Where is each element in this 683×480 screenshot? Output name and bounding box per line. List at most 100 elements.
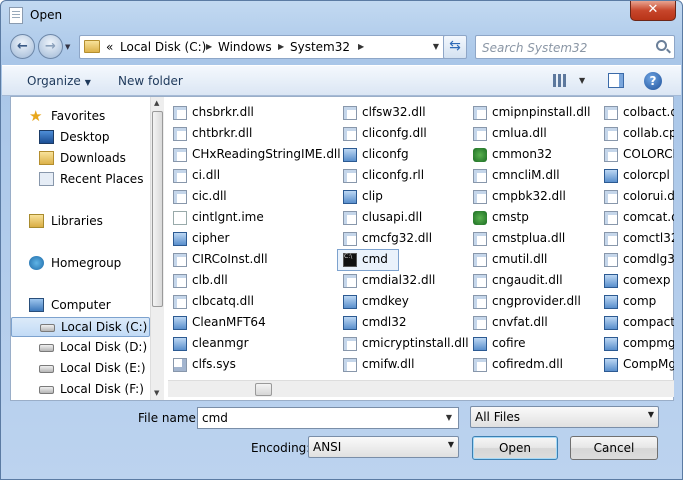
file-item[interactable]: CleanMFT64: [168, 313, 333, 333]
file-item[interactable]: clip: [338, 187, 466, 207]
file-item[interactable]: compmgm: [599, 334, 674, 354]
file-item[interactable]: cmdkey: [338, 292, 466, 312]
file-name-input[interactable]: cmd ▼: [197, 407, 459, 429]
scrollbar-thumb[interactable]: [152, 111, 163, 307]
file-item[interactable]: CompMgm: [599, 355, 674, 375]
chevron-right-icon[interactable]: ▶: [358, 42, 364, 51]
file-item[interactable]: colbact.dll: [599, 103, 674, 123]
file-name: cnvfat.dll: [492, 315, 548, 329]
folder-icon: [84, 40, 100, 53]
forward-button[interactable]: →: [38, 34, 63, 59]
horizontal-scrollbar[interactable]: [168, 380, 674, 397]
nav-libraries[interactable]: Libraries: [11, 212, 150, 232]
file-item[interactable]: clbcatq.dll: [168, 292, 333, 312]
file-item[interactable]: cic.dll: [168, 187, 333, 207]
nav-drive-c[interactable]: Local Disk (C:): [11, 317, 150, 337]
file-item[interactable]: cliconfg.dll: [338, 124, 466, 144]
file-item[interactable]: compact: [599, 313, 674, 333]
chevron-right-icon[interactable]: ▶: [206, 42, 212, 51]
breadcrumb-local-disk[interactable]: Local Disk (C:): [120, 40, 206, 54]
file-item[interactable]: comp: [599, 292, 674, 312]
address-bar[interactable]: « Local Disk (C:) ▶ Windows ▶ System32 ▶…: [79, 35, 463, 59]
file-item[interactable]: colorui.dll: [599, 187, 674, 207]
breadcrumb-overflow[interactable]: «: [106, 40, 113, 54]
file-item[interactable]: cmutil.dll: [468, 250, 596, 270]
chevron-down-icon[interactable]: ▼: [579, 76, 585, 85]
cancel-button[interactable]: Cancel: [570, 436, 658, 460]
file-item[interactable]: cmicryptinstall.dll: [338, 334, 469, 354]
chevron-down-icon[interactable]: ▼: [442, 408, 456, 428]
recent-locations-caret-icon[interactable]: ▼: [65, 43, 70, 51]
file-item[interactable]: cngaudit.dll: [468, 271, 596, 291]
nav-favorites[interactable]: ★ Favorites: [11, 107, 150, 127]
file-item[interactable]: cmd: [337, 249, 399, 271]
nav-recent-places[interactable]: Recent Places: [11, 170, 150, 190]
scrollbar-thumb[interactable]: [255, 383, 272, 396]
file-item[interactable]: cmstp: [468, 208, 596, 228]
back-button[interactable]: ←: [10, 34, 35, 59]
file-item[interactable]: cngprovider.dll: [468, 292, 596, 312]
open-button[interactable]: Open: [472, 436, 558, 460]
nav-desktop[interactable]: Desktop: [11, 128, 150, 148]
nav-computer[interactable]: Computer: [11, 296, 150, 316]
file-item[interactable]: colorcpl: [599, 166, 674, 186]
file-item[interactable]: cmstplua.dll: [468, 229, 596, 249]
file-item[interactable]: cmpbk32.dll: [468, 187, 596, 207]
file-item[interactable]: cmcfg32.dll: [338, 229, 466, 249]
file-item[interactable]: cleanmgr: [168, 334, 333, 354]
view-options-icon[interactable]: [553, 74, 568, 87]
file-item[interactable]: comexp: [599, 271, 674, 291]
file-item[interactable]: cnvfat.dll: [468, 313, 596, 333]
organize-button[interactable]: Organize ▼: [27, 74, 91, 88]
file-item[interactable]: cmdial32.dll: [338, 271, 466, 291]
file-item[interactable]: cintlgnt.ime: [168, 208, 333, 228]
file-item[interactable]: CHxReadingStringIME.dll: [168, 145, 341, 165]
help-icon[interactable]: ?: [644, 72, 662, 90]
nav-drive-e[interactable]: Local Disk (E:): [11, 359, 150, 379]
file-item[interactable]: cofire: [468, 334, 596, 354]
close-button[interactable]: ✕: [630, 1, 676, 21]
breadcrumb-system32[interactable]: System32: [290, 40, 350, 54]
file-item[interactable]: cmmon32: [468, 145, 596, 165]
file-item[interactable]: cliconfg.rll: [338, 166, 466, 186]
file-item[interactable]: cmncliM.dll: [468, 166, 596, 186]
file-item[interactable]: cmlua.dll: [468, 124, 596, 144]
nav-homegroup[interactable]: Homegroup: [11, 254, 150, 274]
encoding-value: ANSI: [313, 440, 342, 454]
file-item[interactable]: cmipnpinstall.dll: [468, 103, 596, 123]
new-folder-button[interactable]: New folder: [118, 74, 183, 88]
encoding-select[interactable]: ANSI ▼: [308, 436, 459, 458]
file-item[interactable]: comcat.dll: [599, 208, 674, 228]
breadcrumb-windows[interactable]: Windows: [218, 40, 272, 54]
file-item[interactable]: clfs.sys: [168, 355, 333, 375]
refresh-button[interactable]: ⇆: [443, 35, 467, 59]
nav-downloads[interactable]: Downloads: [11, 149, 150, 169]
nav-drive-f[interactable]: Local Disk (F:): [11, 380, 150, 400]
file-item[interactable]: chtbrkr.dll: [168, 124, 333, 144]
chevron-down-icon[interactable]: ▼: [428, 36, 444, 58]
file-item[interactable]: cliconfg: [338, 145, 466, 165]
file-item[interactable]: cmdl32: [338, 313, 466, 333]
nav-drive-d[interactable]: Local Disk (D:): [11, 338, 150, 358]
file-item[interactable]: clfsw32.dll: [338, 103, 466, 123]
scroll-up-icon[interactable]: ▲: [154, 99, 159, 107]
file-item[interactable]: comctl32.d: [599, 229, 674, 249]
file-item[interactable]: cmifw.dll: [338, 355, 466, 375]
preview-pane-icon[interactable]: [608, 73, 624, 88]
file-item[interactable]: clusapi.dll: [338, 208, 466, 228]
scroll-down-icon[interactable]: ▼: [154, 389, 159, 397]
file-item[interactable]: cofiredm.dll: [468, 355, 596, 375]
file-item[interactable]: clb.dll: [168, 271, 333, 291]
file-item[interactable]: ci.dll: [168, 166, 333, 186]
file-item[interactable]: COLORCNV: [599, 145, 674, 165]
file-name: colbact.dll: [623, 105, 674, 119]
file-item[interactable]: collab.cpl: [599, 124, 674, 144]
navigation-scrollbar[interactable]: ▲ ▼: [150, 97, 164, 400]
file-item[interactable]: CIRCoInst.dll: [168, 250, 333, 270]
file-item[interactable]: cipher: [168, 229, 333, 249]
search-input[interactable]: Search System32: [475, 35, 675, 59]
file-item[interactable]: comdlg32.: [599, 250, 674, 270]
file-item[interactable]: chsbrkr.dll: [168, 103, 333, 123]
file-type-select[interactable]: All Files ▼: [470, 406, 659, 428]
chevron-right-icon[interactable]: ▶: [278, 42, 284, 51]
